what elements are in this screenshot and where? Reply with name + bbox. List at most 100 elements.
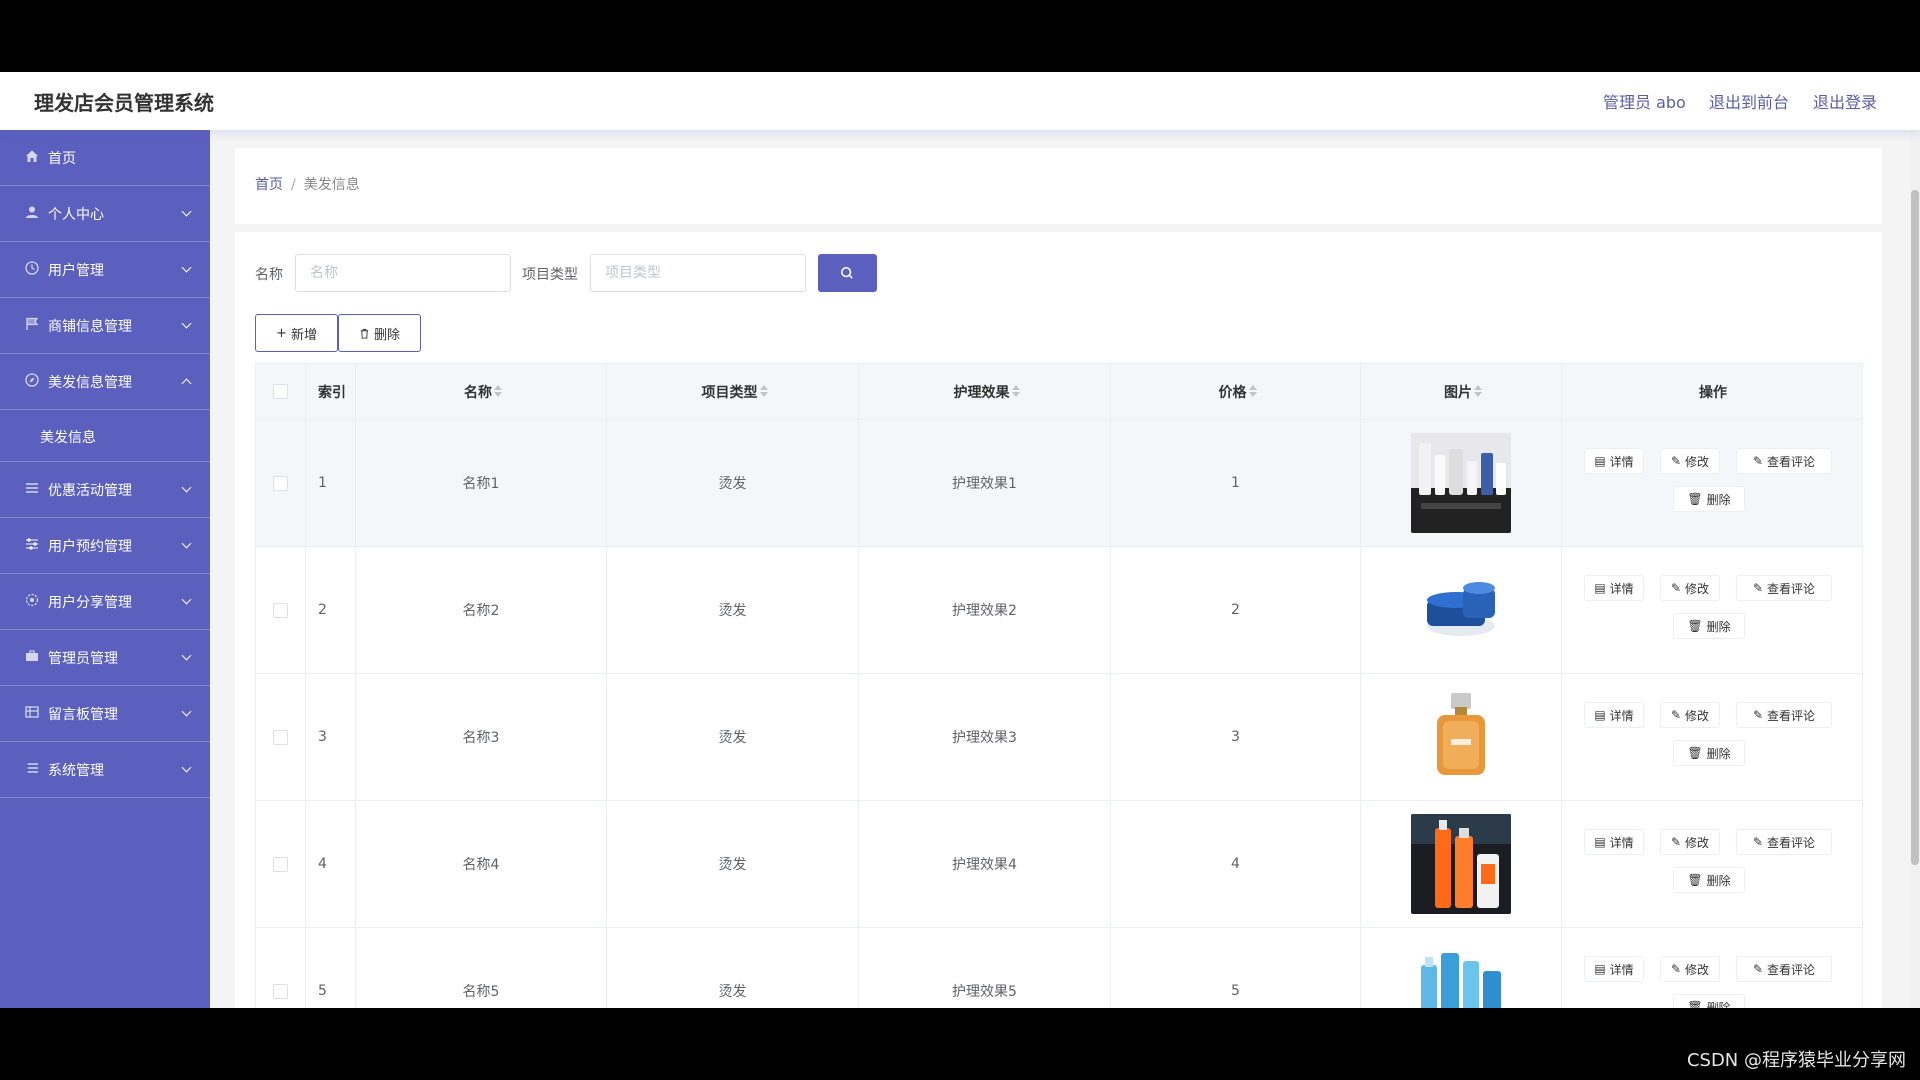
trash-icon: 🗑	[1687, 873, 1703, 887]
delete-row-button[interactable]: 🗑 删除	[1673, 994, 1745, 1008]
admin-user-link[interactable]: 管理员 abo	[1603, 89, 1686, 113]
breadcrumb-home-link[interactable]: 首页	[255, 177, 283, 193]
cell-type: 烫发	[607, 801, 859, 927]
edit-button[interactable]: ✎ 修改	[1660, 702, 1720, 728]
sidebar-item-shop-info[interactable]: 商铺信息管理	[0, 298, 210, 354]
scrollbar-thumb[interactable]	[1911, 190, 1919, 865]
sidebar-item-label: 用户管理	[48, 263, 104, 279]
batch-delete-button[interactable]: 删除	[338, 314, 421, 352]
row-checkbox[interactable]	[273, 475, 288, 491]
add-button[interactable]: + 新增	[255, 314, 338, 352]
view-comments-button[interactable]: ✎ 查看评论	[1736, 448, 1832, 474]
sidebar-item-reservation-management[interactable]: 用户预约管理	[0, 518, 210, 574]
view-comments-button-label: 查看评论	[1767, 581, 1816, 596]
content-card: 名称 名称 项目类型 项目类型 + 新增 删除 索引 名称 项目类型 护理效果 …	[235, 232, 1882, 1008]
delete-row-button[interactable]: 🗑 删除	[1673, 613, 1745, 639]
product-image-orange-bottles[interactable]	[1411, 814, 1511, 914]
back-to-front-link[interactable]: 退出到前台	[1709, 89, 1789, 113]
sidebar-item-label: 个人中心	[48, 207, 104, 223]
row-checkbox[interactable]	[273, 729, 288, 745]
header-image[interactable]: 图片	[1361, 364, 1562, 419]
search-button[interactable]	[818, 254, 877, 292]
view-comments-button[interactable]: ✎ 查看评论	[1736, 829, 1832, 855]
edit-button[interactable]: ✎ 修改	[1660, 448, 1720, 474]
chevron-down-icon	[181, 318, 192, 329]
sidebar-item-home[interactable]: 首页	[0, 130, 210, 186]
breadcrumb-separator: /	[291, 177, 296, 193]
name-search-input[interactable]: 名称	[295, 254, 511, 292]
edit-icon: ✎	[1670, 581, 1682, 595]
sidebar-item-admin-management[interactable]: 管理员管理	[0, 630, 210, 686]
cell-effect: 护理效果2	[859, 547, 1111, 673]
header-name[interactable]: 名称	[356, 364, 607, 419]
select-all-checkbox[interactable]	[273, 384, 288, 399]
edit-icon: ✎	[1752, 708, 1764, 722]
header-type-label: 项目类型	[701, 384, 758, 401]
chevron-down-icon	[181, 538, 192, 549]
view-comments-button-label: 查看评论	[1767, 835, 1816, 850]
product-image-blue-bottles[interactable]	[1411, 941, 1511, 1008]
sidebar-item-system-management[interactable]: 系统管理	[0, 742, 210, 798]
delete-row-button[interactable]: 🗑 删除	[1673, 740, 1745, 766]
home-icon	[26, 150, 38, 162]
view-comments-button[interactable]: ✎ 查看评论	[1736, 956, 1832, 982]
type-search-input[interactable]: 项目类型	[590, 254, 806, 292]
sidebar-subitem-hair-info[interactable]: 美发信息	[0, 410, 210, 462]
clock-icon	[25, 261, 39, 275]
plus-icon: +	[276, 325, 287, 341]
chevron-down-icon	[181, 594, 192, 605]
cell-price: 5	[1111, 928, 1361, 1008]
cell-effect: 护理效果1	[859, 420, 1111, 546]
sidebar-item-hair-info-management[interactable]: 美发信息管理	[0, 354, 210, 410]
page-scrollbar[interactable]	[1910, 130, 1920, 1008]
cell-effect: 护理效果5	[859, 928, 1111, 1008]
sidebar-item-label: 首页	[48, 151, 76, 167]
sidebar-item-promotion-management[interactable]: 优惠活动管理	[0, 462, 210, 518]
view-comments-button-label: 查看评论	[1767, 454, 1816, 469]
header-type[interactable]: 项目类型	[607, 364, 859, 419]
app-title: 理发店会员管理系统	[34, 91, 214, 115]
row-checkbox[interactable]	[273, 856, 288, 872]
detail-button[interactable]: ▤ 详情	[1584, 702, 1644, 728]
header-name-label: 名称	[464, 384, 492, 401]
view-comments-button[interactable]: ✎ 查看评论	[1736, 575, 1832, 601]
detail-button[interactable]: ▤ 详情	[1584, 956, 1644, 982]
product-image-perfume-bottle[interactable]	[1411, 687, 1511, 787]
edit-icon: ✎	[1670, 962, 1682, 976]
detail-button[interactable]: ▤ 详情	[1584, 448, 1644, 474]
detail-button[interactable]: ▤ 详情	[1584, 829, 1644, 855]
sidebar-item-label: 优惠活动管理	[48, 483, 132, 499]
type-filter-label: 项目类型	[522, 267, 578, 283]
cell-name: 名称2	[356, 547, 607, 673]
edit-button[interactable]: ✎ 修改	[1660, 829, 1720, 855]
menu-icon	[26, 763, 38, 773]
sliders-icon	[26, 538, 38, 550]
header-index[interactable]: 索引	[306, 364, 356, 419]
product-image-blue-cream-jar[interactable]	[1411, 560, 1511, 660]
row-checkbox[interactable]	[273, 983, 288, 999]
sidebar-item-message-board[interactable]: 留言板管理	[0, 686, 210, 742]
edit-button-label: 修改	[1685, 581, 1710, 596]
view-comments-button-label: 查看评论	[1767, 708, 1816, 723]
sidebar-item-user-management[interactable]: 用户管理	[0, 242, 210, 298]
detail-button[interactable]: ▤ 详情	[1584, 575, 1644, 601]
header-effect[interactable]: 护理效果	[859, 364, 1111, 419]
sidebar-item-label: 用户分享管理	[48, 595, 132, 611]
trash-icon: 🗑	[1687, 492, 1703, 506]
sidebar-item-share-management[interactable]: 用户分享管理	[0, 574, 210, 630]
chevron-down-icon	[181, 706, 192, 717]
view-comments-button[interactable]: ✎ 查看评论	[1736, 702, 1832, 728]
product-image-cosmetics-tray[interactable]	[1411, 433, 1511, 533]
edit-button[interactable]: ✎ 修改	[1660, 956, 1720, 982]
delete-row-button[interactable]: 🗑 删除	[1673, 867, 1745, 893]
sidebar-item-personal-center[interactable]: 个人中心	[0, 186, 210, 242]
sidebar-item-label: 商铺信息管理	[48, 319, 132, 335]
row-checkbox[interactable]	[273, 602, 288, 618]
chevron-down-icon	[181, 206, 192, 217]
chevron-down-icon	[181, 482, 192, 493]
edit-button[interactable]: ✎ 修改	[1660, 575, 1720, 601]
document-icon: ▤	[1594, 835, 1606, 849]
delete-row-button[interactable]: 🗑 删除	[1673, 486, 1745, 512]
header-price[interactable]: 价格	[1111, 364, 1361, 419]
logout-link[interactable]: 退出登录	[1813, 89, 1877, 113]
